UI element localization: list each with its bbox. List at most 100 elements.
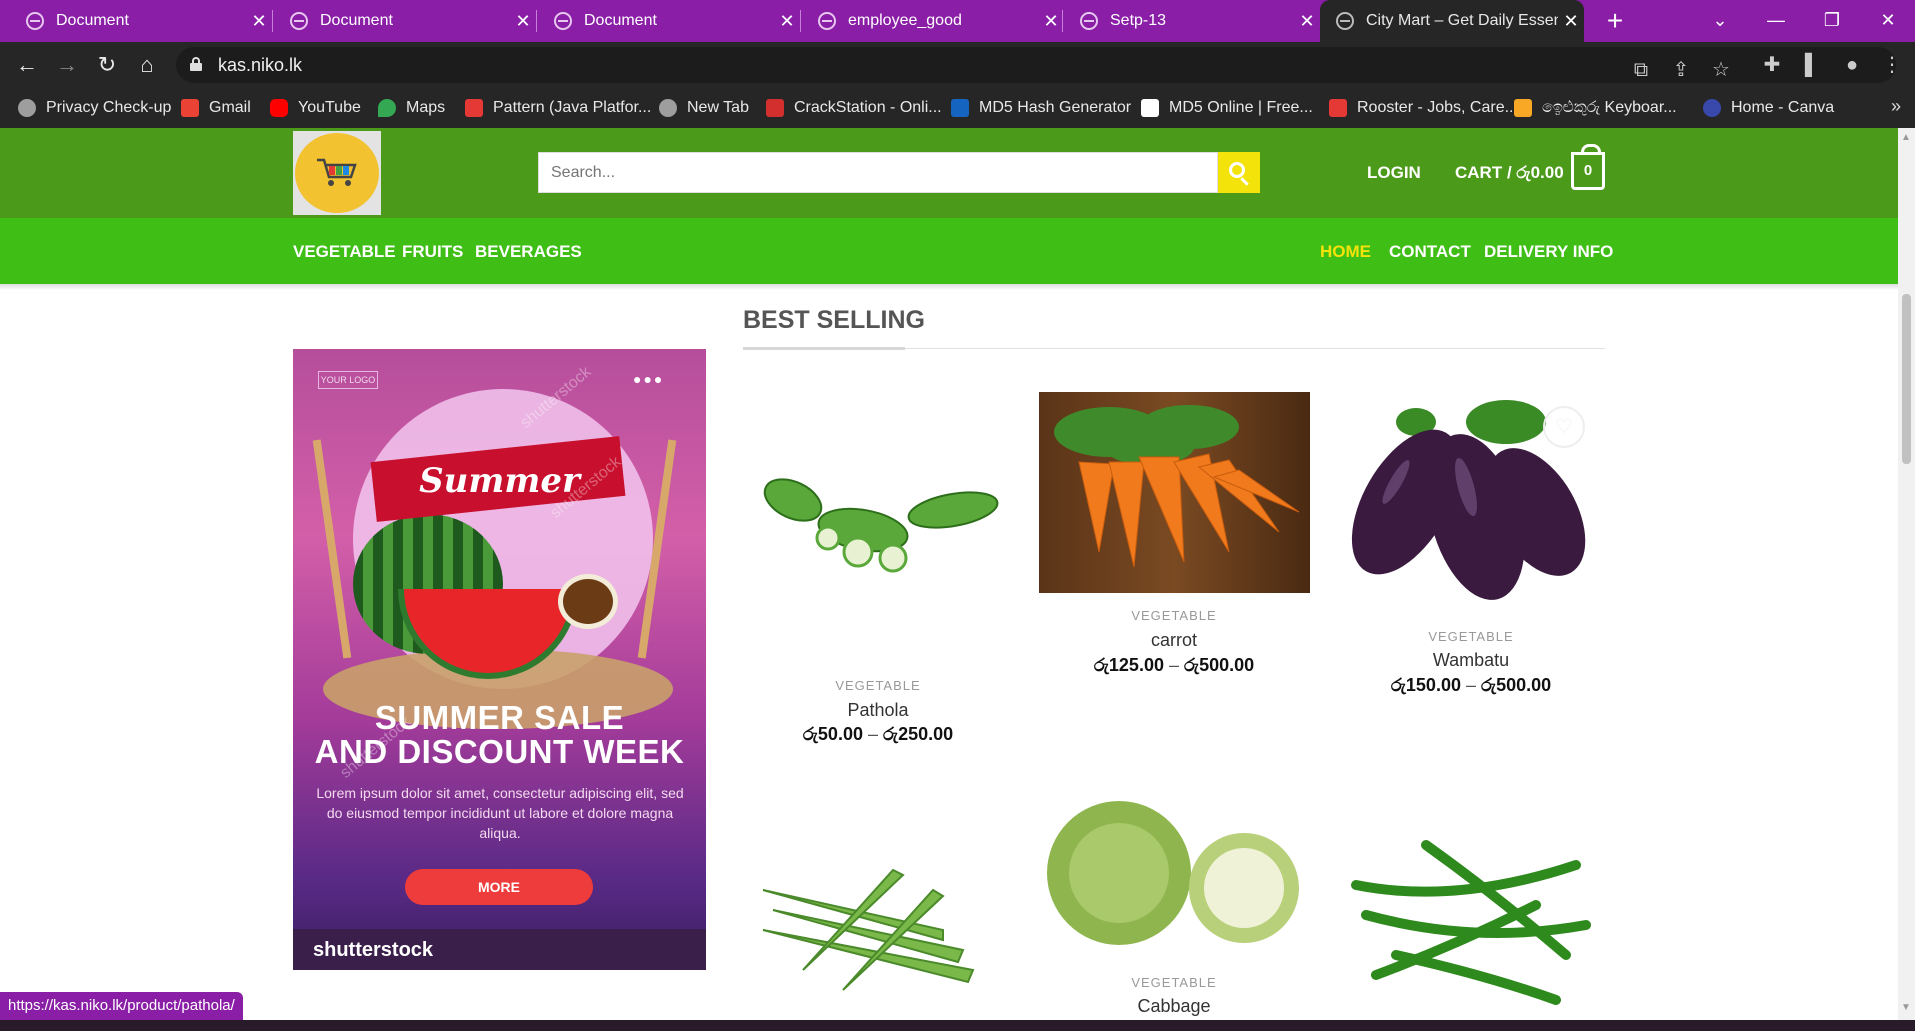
- nav-beverages[interactable]: BEVERAGES: [475, 242, 582, 262]
- product-image-chilli[interactable]: [1336, 825, 1606, 1020]
- crackstation-icon: [766, 99, 784, 117]
- close-icon[interactable]: ✕: [1294, 11, 1320, 32]
- bookmark-item[interactable]: Rooster - Jobs, Care...: [1329, 96, 1518, 120]
- product-name[interactable]: Wambatu: [1336, 650, 1606, 671]
- bookmark-item[interactable]: YouTube: [270, 96, 361, 120]
- tab-title: employee_good: [848, 12, 962, 29]
- product-image-wambatu[interactable]: ♡: [1336, 392, 1606, 614]
- share-icon[interactable]: ⇪: [1666, 55, 1696, 85]
- browser-tab-active[interactable]: City Mart – Get Daily Essent ✕: [1320, 0, 1584, 42]
- nav-contact[interactable]: CONTACT: [1389, 242, 1471, 262]
- gmail-icon: [181, 99, 199, 117]
- nav-vegetable[interactable]: VEGETABLE: [293, 242, 396, 262]
- menu-icon[interactable]: ⋮: [1877, 50, 1907, 80]
- cart-link[interactable]: CART / රු0.00: [1455, 163, 1564, 183]
- okra-image: [743, 830, 1013, 1020]
- banner-more-button[interactable]: MORE: [405, 869, 593, 905]
- browser-tab[interactable]: Document ✕: [0, 0, 272, 42]
- bookmark-item[interactable]: MD5 Hash Generator: [951, 96, 1131, 120]
- browser-tab[interactable]: Document ✕: [264, 0, 536, 42]
- nav-delivery-info[interactable]: DELIVERY INFO: [1484, 242, 1613, 262]
- promo-banner[interactable]: Summer YOUR LOGO ●●● SUMMER SALE AND DIS…: [293, 349, 706, 970]
- cart-count-badge[interactable]: 0: [1571, 144, 1605, 190]
- scroll-down-icon[interactable]: ▼: [1901, 1002, 1911, 1013]
- product-category: VEGETABLE: [1428, 629, 1514, 644]
- browser-tab[interactable]: Setp-13 ✕: [1054, 0, 1320, 42]
- site-logo[interactable]: [293, 131, 381, 215]
- bookmark-item[interactable]: Gmail: [181, 96, 251, 120]
- cabbage-image: [1039, 793, 1310, 959]
- new-tab-button[interactable]: +: [1598, 4, 1632, 38]
- restore-icon[interactable]: ❐: [1804, 0, 1860, 42]
- bookmark-item[interactable]: Maps: [378, 96, 445, 120]
- nav-home[interactable]: HOME: [1320, 242, 1371, 262]
- lock-icon[interactable]: [190, 57, 202, 71]
- bookmark-item[interactable]: Home - Canva: [1703, 96, 1834, 120]
- tab-title: Setp-13: [1110, 12, 1167, 29]
- wishlist-heart-icon[interactable]: ♡: [1543, 406, 1585, 448]
- reload-icon[interactable]: ↻: [92, 50, 122, 80]
- product-category: VEGETABLE: [835, 678, 921, 693]
- minimize-icon[interactable]: —: [1748, 0, 1804, 42]
- back-icon[interactable]: ←: [12, 50, 42, 80]
- banner-logo-placeholder: YOUR LOGO: [318, 371, 378, 389]
- globe-icon: [659, 99, 677, 117]
- bookmark-item[interactable]: Pattern (Java Platfor...: [465, 96, 651, 120]
- profile-avatar-icon[interactable]: ●: [1837, 50, 1867, 80]
- bookmark-item[interactable]: MD5 Online | Free...: [1141, 96, 1313, 120]
- product-image-pathola[interactable]: [743, 440, 1013, 620]
- translate-icon[interactable]: ⧉: [1626, 55, 1656, 85]
- bookmark-star-icon[interactable]: ☆: [1706, 55, 1736, 85]
- search-button[interactable]: [1218, 152, 1260, 193]
- bookmark-item[interactable]: New Tab: [659, 96, 749, 120]
- nav-fruits[interactable]: FRUITS: [402, 242, 463, 262]
- md5-online-icon: [1141, 99, 1159, 117]
- product-image-carrot[interactable]: [1039, 392, 1310, 593]
- scroll-thumb[interactable]: [1902, 294, 1911, 464]
- tab-title: Document: [584, 12, 657, 29]
- home-icon[interactable]: ⌂: [132, 50, 162, 80]
- product-image-okra[interactable]: [743, 830, 1013, 1020]
- side-panel-icon[interactable]: ▌: [1797, 50, 1827, 80]
- globe-icon: [554, 12, 572, 30]
- bookmark-item[interactable]: ඉෙළුකුරු Keyboar...: [1514, 96, 1677, 120]
- globe-icon: [26, 12, 44, 30]
- browser-tab[interactable]: employee_good ✕: [792, 0, 1064, 42]
- search-input[interactable]: [539, 153, 1217, 192]
- product-name[interactable]: Pathola: [743, 700, 1013, 721]
- globe-icon: [818, 12, 836, 30]
- forward-icon[interactable]: →: [52, 50, 82, 80]
- green-chilli-image: [1336, 825, 1606, 1020]
- close-window-icon[interactable]: ✕: [1860, 0, 1915, 42]
- search-icon: [1229, 162, 1245, 178]
- search-box[interactable]: [538, 152, 1218, 193]
- coconut-image: [558, 574, 618, 629]
- privacy-icon: [18, 99, 36, 117]
- os-taskbar: [0, 1020, 1915, 1031]
- login-link[interactable]: LOGIN: [1367, 163, 1421, 183]
- browser-tab[interactable]: Document ✕: [528, 0, 800, 42]
- scroll-up-icon[interactable]: ▲: [1901, 132, 1911, 143]
- page-scrollbar[interactable]: ▲ ▼: [1898, 128, 1915, 1020]
- product-image-cabbage[interactable]: [1039, 793, 1310, 959]
- product-category: VEGETABLE: [1131, 608, 1217, 623]
- bookmark-item[interactable]: CrackStation - Onli...: [766, 96, 942, 120]
- product-category: VEGETABLE: [1131, 975, 1217, 990]
- link-status-bar: https://kas.niko.lk/product/pathola/: [0, 992, 243, 1020]
- banner-body: Lorem ipsum dolor sit amet, consectetur …: [316, 785, 684, 841]
- banner-ribbon-text: Summer: [419, 461, 580, 501]
- product-name[interactable]: carrot: [1039, 630, 1309, 651]
- bookmarks-overflow-icon[interactable]: »: [1891, 96, 1901, 117]
- youtube-icon: [270, 99, 288, 117]
- shopping-cart-icon: [317, 158, 357, 186]
- tab-search-icon[interactable]: ⌄: [1692, 0, 1748, 42]
- product-name[interactable]: Cabbage: [1039, 996, 1309, 1017]
- close-icon[interactable]: ✕: [1558, 11, 1584, 32]
- product-price: රු150.00 – රු500.00: [1390, 675, 1552, 695]
- address-bar[interactable]: kas.niko.lk ⧉ ⇪ ☆: [176, 47, 1896, 83]
- canva-icon: [1703, 99, 1721, 117]
- bookmark-item[interactable]: Privacy Check-up: [18, 96, 171, 120]
- url-text[interactable]: kas.niko.lk: [218, 55, 302, 76]
- extensions-icon[interactable]: ✚: [1757, 50, 1787, 80]
- tab-strip: Document ✕ Document ✕ Document ✕ employe…: [0, 0, 1915, 42]
